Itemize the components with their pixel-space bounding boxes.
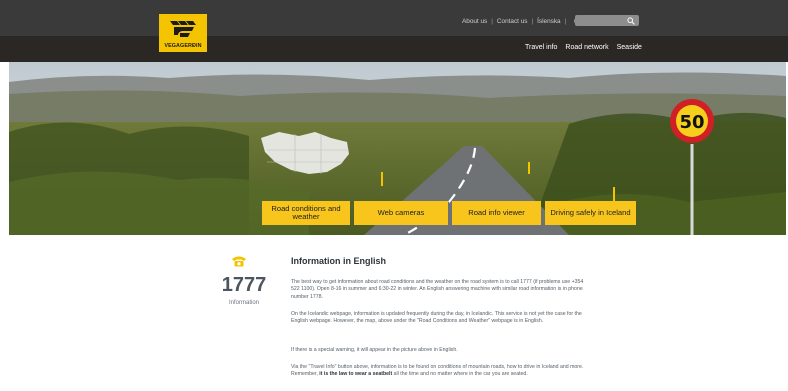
paragraph-phone-info: The best way to get information about ro… bbox=[291, 279, 584, 300]
main-nav: Travel info Road network Seaside bbox=[525, 44, 650, 51]
logo-text: VEGAGERÐIN bbox=[164, 43, 202, 49]
top-bar bbox=[0, 0, 788, 36]
search-box bbox=[575, 15, 639, 26]
web-cameras-button[interactable]: Web cameras bbox=[354, 201, 448, 225]
road-conditions-label: Road conditions and weather bbox=[271, 204, 341, 221]
seatbelt-law-text: it is the law to wear a seatbelt bbox=[319, 371, 393, 378]
travel-info-text-end: all the time and no matter where in the … bbox=[392, 371, 528, 378]
search-icon[interactable] bbox=[627, 17, 635, 25]
utility-nav: About us | Contact us | Íslenska | bbox=[462, 15, 584, 27]
search-input[interactable] bbox=[575, 15, 627, 26]
separator: | bbox=[491, 17, 493, 25]
road-info-viewer-label: Road info viewer bbox=[468, 208, 525, 217]
paragraph-webpage-info: On the Icelandic webpage, information is… bbox=[291, 311, 582, 325]
info-phone-label: Information bbox=[228, 300, 259, 306]
phone-icon bbox=[232, 256, 246, 267]
road-info-viewer-button[interactable]: Road info viewer bbox=[452, 201, 541, 225]
paragraph-special-warning: If there is a special warning, it will a… bbox=[291, 347, 458, 353]
info-phone-number: 1777 bbox=[221, 274, 267, 296]
icelandic-link[interactable]: Íslenska bbox=[537, 18, 560, 25]
nav-seaside[interactable]: Seaside bbox=[617, 44, 642, 51]
separator: | bbox=[531, 17, 534, 25]
nav-road-network[interactable]: Road network bbox=[565, 44, 608, 51]
driving-safely-label: Driving safely in Iceland bbox=[550, 208, 631, 217]
nav-travel-info[interactable]: Travel info bbox=[525, 44, 557, 51]
page-title: Information in English bbox=[291, 256, 386, 266]
web-cameras-label: Web cameras bbox=[377, 208, 425, 217]
about-us-link[interactable]: About us bbox=[462, 18, 487, 25]
speed-sign-text: 50 bbox=[679, 112, 704, 133]
paragraph-travel-info: Via the "Travel Info" button above, info… bbox=[291, 364, 591, 379]
driving-safely-button[interactable]: Driving safely in Iceland bbox=[545, 201, 636, 225]
contact-us-link[interactable]: Contact us bbox=[497, 18, 528, 25]
vegagerdin-logo[interactable]: VEGAGERÐIN bbox=[159, 14, 207, 52]
main-nav-bar bbox=[0, 36, 788, 62]
road-conditions-button[interactable]: Road conditions and weather bbox=[262, 201, 350, 225]
separator: | bbox=[564, 17, 567, 25]
logo-mark-icon bbox=[170, 21, 196, 37]
